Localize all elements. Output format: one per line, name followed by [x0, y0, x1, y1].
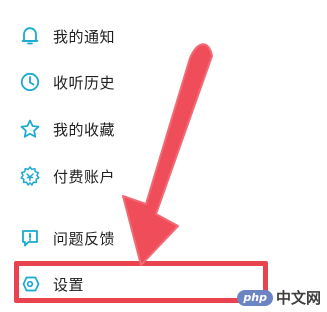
watermark: php 中文网	[237, 287, 321, 308]
watermark-badge: php	[237, 289, 273, 306]
menu-item-label: 问题反馈	[53, 229, 116, 248]
settings-highlight-box	[14, 261, 268, 303]
clock-icon	[20, 72, 40, 92]
menu-item-label: 收听历史	[53, 73, 116, 92]
menu-item-favorites[interactable]: 我的收藏	[0, 109, 327, 149]
menu-item-label: 付费账户	[53, 167, 116, 186]
menu-item-label: 我的收藏	[53, 120, 116, 139]
feedback-icon	[22, 230, 38, 247]
menu-item-history[interactable]: 收听历史	[0, 62, 327, 102]
menu-item-paid-account[interactable]: 付费账户	[0, 156, 327, 196]
watermark-text: 中文网	[275, 289, 321, 307]
star-icon	[20, 119, 40, 138]
menu-item-feedback[interactable]: 问题反馈	[0, 218, 327, 258]
menu-item-label: 我的通知	[53, 27, 116, 46]
menu-item-notifications[interactable]: 我的通知	[0, 16, 327, 56]
bell-icon	[21, 27, 39, 45]
gear-badge-icon	[20, 166, 40, 186]
